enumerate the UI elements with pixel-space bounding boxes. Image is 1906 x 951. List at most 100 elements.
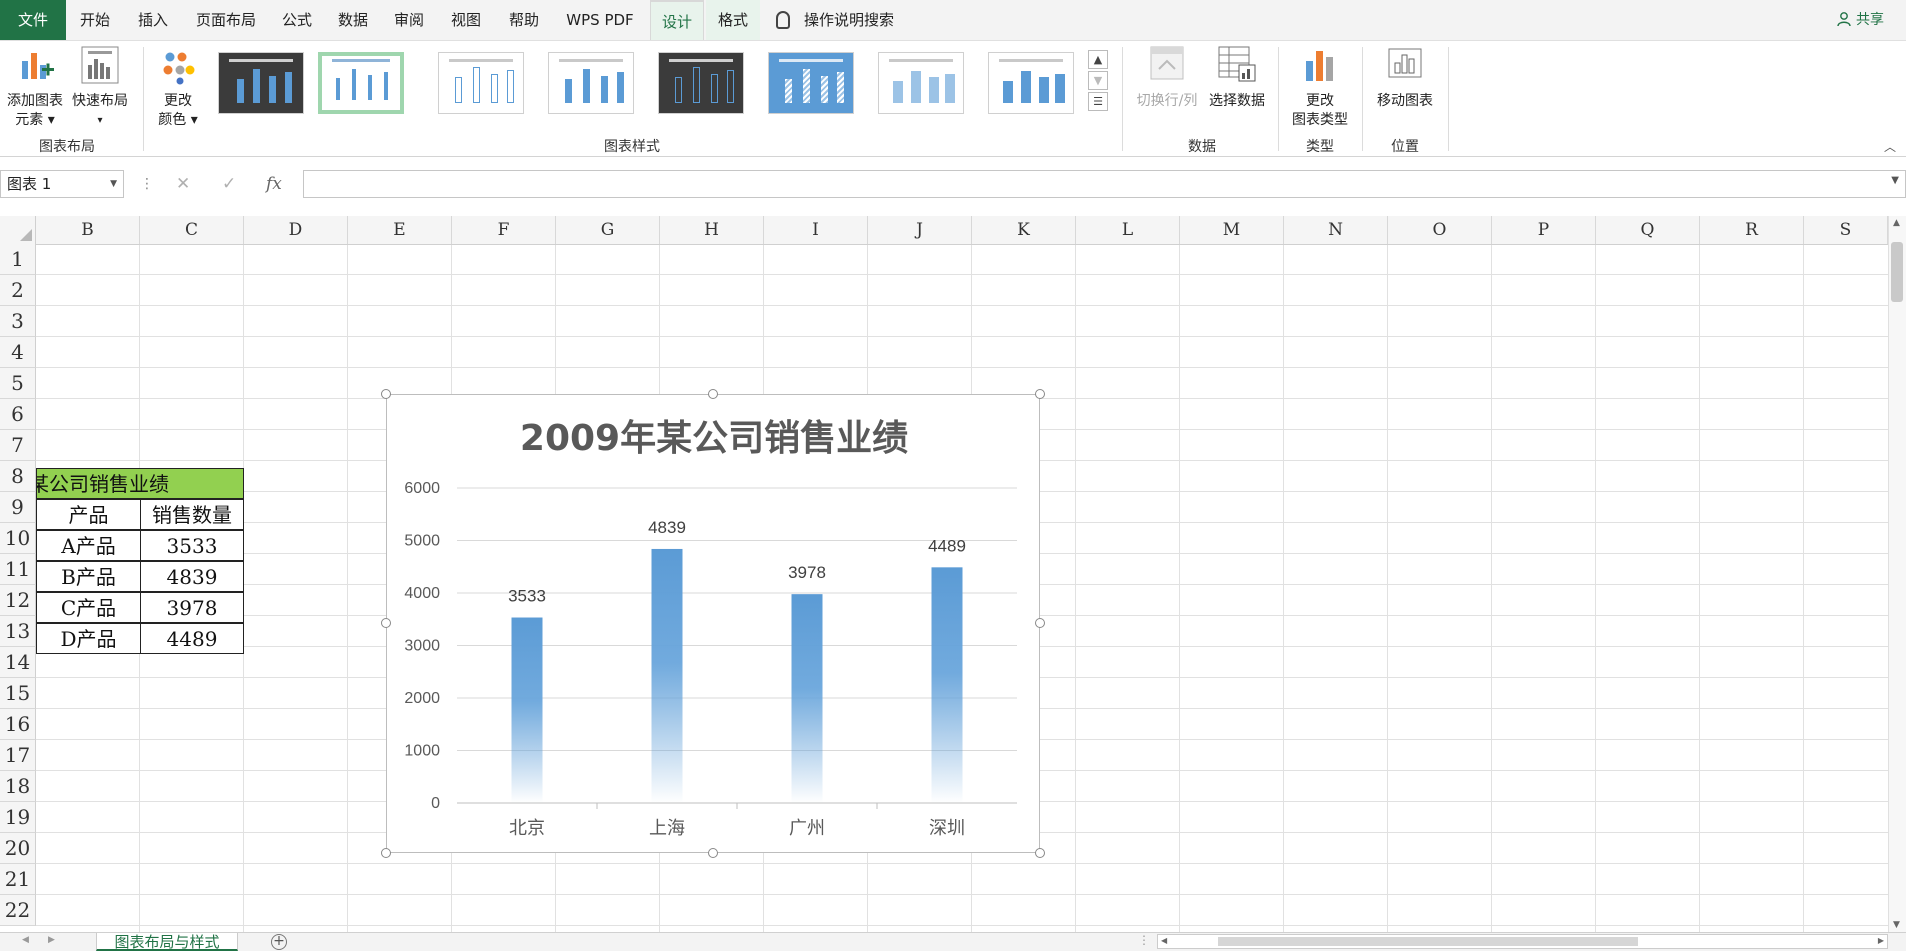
column-header[interactable]: N	[1284, 216, 1388, 244]
tab-formulas[interactable]: 公式	[274, 0, 320, 40]
row-header[interactable]: 12	[0, 585, 36, 616]
resize-handle-bottom-left[interactable]	[381, 848, 391, 858]
scroll-right-icon[interactable]: ▶	[1878, 936, 1884, 945]
scroll-down-icon[interactable]: ▼	[1893, 920, 1900, 930]
tab-wps-pdf[interactable]: WPS PDF	[558, 0, 642, 40]
row-header[interactable]: 21	[0, 864, 36, 895]
select-data-button[interactable]: 选择数据	[1202, 45, 1272, 131]
row-header[interactable]: 6	[0, 399, 36, 430]
select-all-corner[interactable]	[0, 216, 36, 244]
collapse-ribbon-icon[interactable]: ︿	[1884, 138, 1896, 155]
column-header[interactable]: G	[556, 216, 660, 244]
tell-me-search[interactable]: 操作说明搜索	[776, 0, 894, 40]
resize-handle-bottom[interactable]	[708, 848, 718, 858]
row-header[interactable]: 22	[0, 895, 36, 926]
switch-row-column-button[interactable]: 切换行/列	[1132, 45, 1202, 131]
tab-file[interactable]: 文件	[0, 0, 66, 40]
add-sheet-icon[interactable]: +	[271, 934, 287, 950]
resize-handle-top-right[interactable]	[1035, 389, 1045, 399]
prev-sheet-icon[interactable]: ◀	[22, 935, 29, 945]
table-title-cell[interactable]: 某公司销售业绩	[36, 468, 244, 499]
table-header-cell[interactable]: 产品	[36, 499, 141, 530]
row-header[interactable]: 13	[0, 616, 36, 647]
column-header[interactable]: K	[972, 216, 1076, 244]
column-header[interactable]: R	[1700, 216, 1804, 244]
table-cell[interactable]: D产品	[36, 623, 141, 654]
enter-icon[interactable]: ✓	[222, 170, 236, 198]
chart-style-4[interactable]	[548, 52, 634, 114]
chevron-down-icon[interactable]: ▼	[110, 171, 117, 197]
table-header-cell[interactable]: 销售数量	[140, 499, 244, 530]
chart-object[interactable]: 2009年某公司销售业绩 0 1000 2000 3000 4000 5000 6000 35…	[386, 394, 1040, 853]
column-header[interactable]: B	[36, 216, 140, 244]
resize-handle-right[interactable]	[1035, 618, 1045, 628]
table-cell[interactable]: 4489	[140, 623, 244, 654]
scroll-up-icon[interactable]: ▲	[1893, 218, 1900, 228]
gallery-scroll-down-icon[interactable]: ▼	[1088, 71, 1108, 90]
column-header[interactable]: M	[1180, 216, 1284, 244]
row-header[interactable]: 5	[0, 368, 36, 399]
insert-function-icon[interactable]: fx	[266, 170, 282, 198]
resize-handle-left[interactable]	[381, 618, 391, 628]
scrollbar-thumb[interactable]	[1891, 242, 1903, 302]
more-icon[interactable]: ⋮	[140, 170, 154, 198]
row-header[interactable]: 1	[0, 244, 36, 275]
column-header[interactable]: I	[764, 216, 868, 244]
quick-layout-button[interactable]: 快速布局 ▾	[68, 45, 132, 131]
chart-style-3[interactable]	[438, 52, 524, 114]
tab-review[interactable]: 审阅	[386, 0, 432, 40]
chart-style-8[interactable]	[988, 52, 1074, 114]
sheet-tab-active[interactable]: 图表布局与样式	[96, 933, 238, 951]
tab-design[interactable]: 设计	[650, 0, 704, 40]
column-header[interactable]: F	[452, 216, 556, 244]
chart-style-5[interactable]	[658, 52, 744, 114]
row-header[interactable]: 17	[0, 740, 36, 771]
chart-plot[interactable]: 0 1000 2000 3000 4000 5000 6000 3533 北京 4839 上海 397…	[387, 395, 1039, 852]
column-header[interactable]: O	[1388, 216, 1492, 244]
row-header[interactable]: 15	[0, 678, 36, 709]
change-colors-button[interactable]: 更改 颜色 ▾	[152, 45, 204, 131]
column-header[interactable]: E	[348, 216, 452, 244]
tab-format[interactable]: 格式	[706, 0, 760, 40]
row-header[interactable]: 20	[0, 833, 36, 864]
table-cell[interactable]: A产品	[36, 530, 141, 561]
row-header[interactable]: 8	[0, 461, 36, 492]
add-chart-element-button[interactable]: 添加图表 元素 ▾	[2, 45, 68, 131]
scrollbar-thumb[interactable]	[1218, 937, 1638, 946]
table-cell[interactable]: 3533	[140, 530, 244, 561]
row-header[interactable]: 18	[0, 771, 36, 802]
gallery-scroll-up-icon[interactable]: ▲	[1088, 50, 1108, 69]
chart-style-1[interactable]	[218, 52, 304, 114]
row-header[interactable]: 10	[0, 523, 36, 554]
cancel-icon[interactable]: ✕	[176, 170, 190, 198]
row-header[interactable]: 19	[0, 802, 36, 833]
more-icon[interactable]: ⋮	[1138, 933, 1150, 947]
change-chart-type-button[interactable]: 更改 图表类型	[1284, 45, 1356, 131]
row-header[interactable]: 14	[0, 647, 36, 678]
name-box[interactable]: 图表 1 ▼	[0, 170, 124, 198]
chart-style-6[interactable]	[768, 52, 854, 114]
resize-handle-top[interactable]	[708, 389, 718, 399]
gallery-more-icon[interactable]: ☰	[1088, 92, 1108, 111]
table-cell[interactable]: C产品	[36, 592, 141, 623]
row-header[interactable]: 7	[0, 430, 36, 461]
column-header[interactable]: H	[660, 216, 764, 244]
resize-handle-bottom-right[interactable]	[1035, 848, 1045, 858]
scroll-left-icon[interactable]: ◀	[1161, 936, 1167, 945]
row-header[interactable]: 16	[0, 709, 36, 740]
vertical-scrollbar[interactable]: ▲ ▼	[1888, 216, 1906, 932]
column-header[interactable]: L	[1076, 216, 1180, 244]
column-header[interactable]: S	[1804, 216, 1888, 244]
column-header[interactable]: D	[244, 216, 348, 244]
resize-handle-top-left[interactable]	[381, 389, 391, 399]
tab-help[interactable]: 帮助	[500, 0, 548, 40]
tab-home[interactable]: 开始	[72, 0, 118, 40]
next-sheet-icon[interactable]: ▶	[48, 935, 55, 945]
row-header[interactable]: 9	[0, 492, 36, 523]
column-header[interactable]: Q	[1596, 216, 1700, 244]
tab-insert[interactable]: 插入	[128, 0, 178, 40]
share-button[interactable]: 共享	[1836, 0, 1884, 40]
column-header[interactable]: C	[140, 216, 244, 244]
column-header[interactable]: J	[868, 216, 972, 244]
table-cell[interactable]: B产品	[36, 561, 141, 592]
